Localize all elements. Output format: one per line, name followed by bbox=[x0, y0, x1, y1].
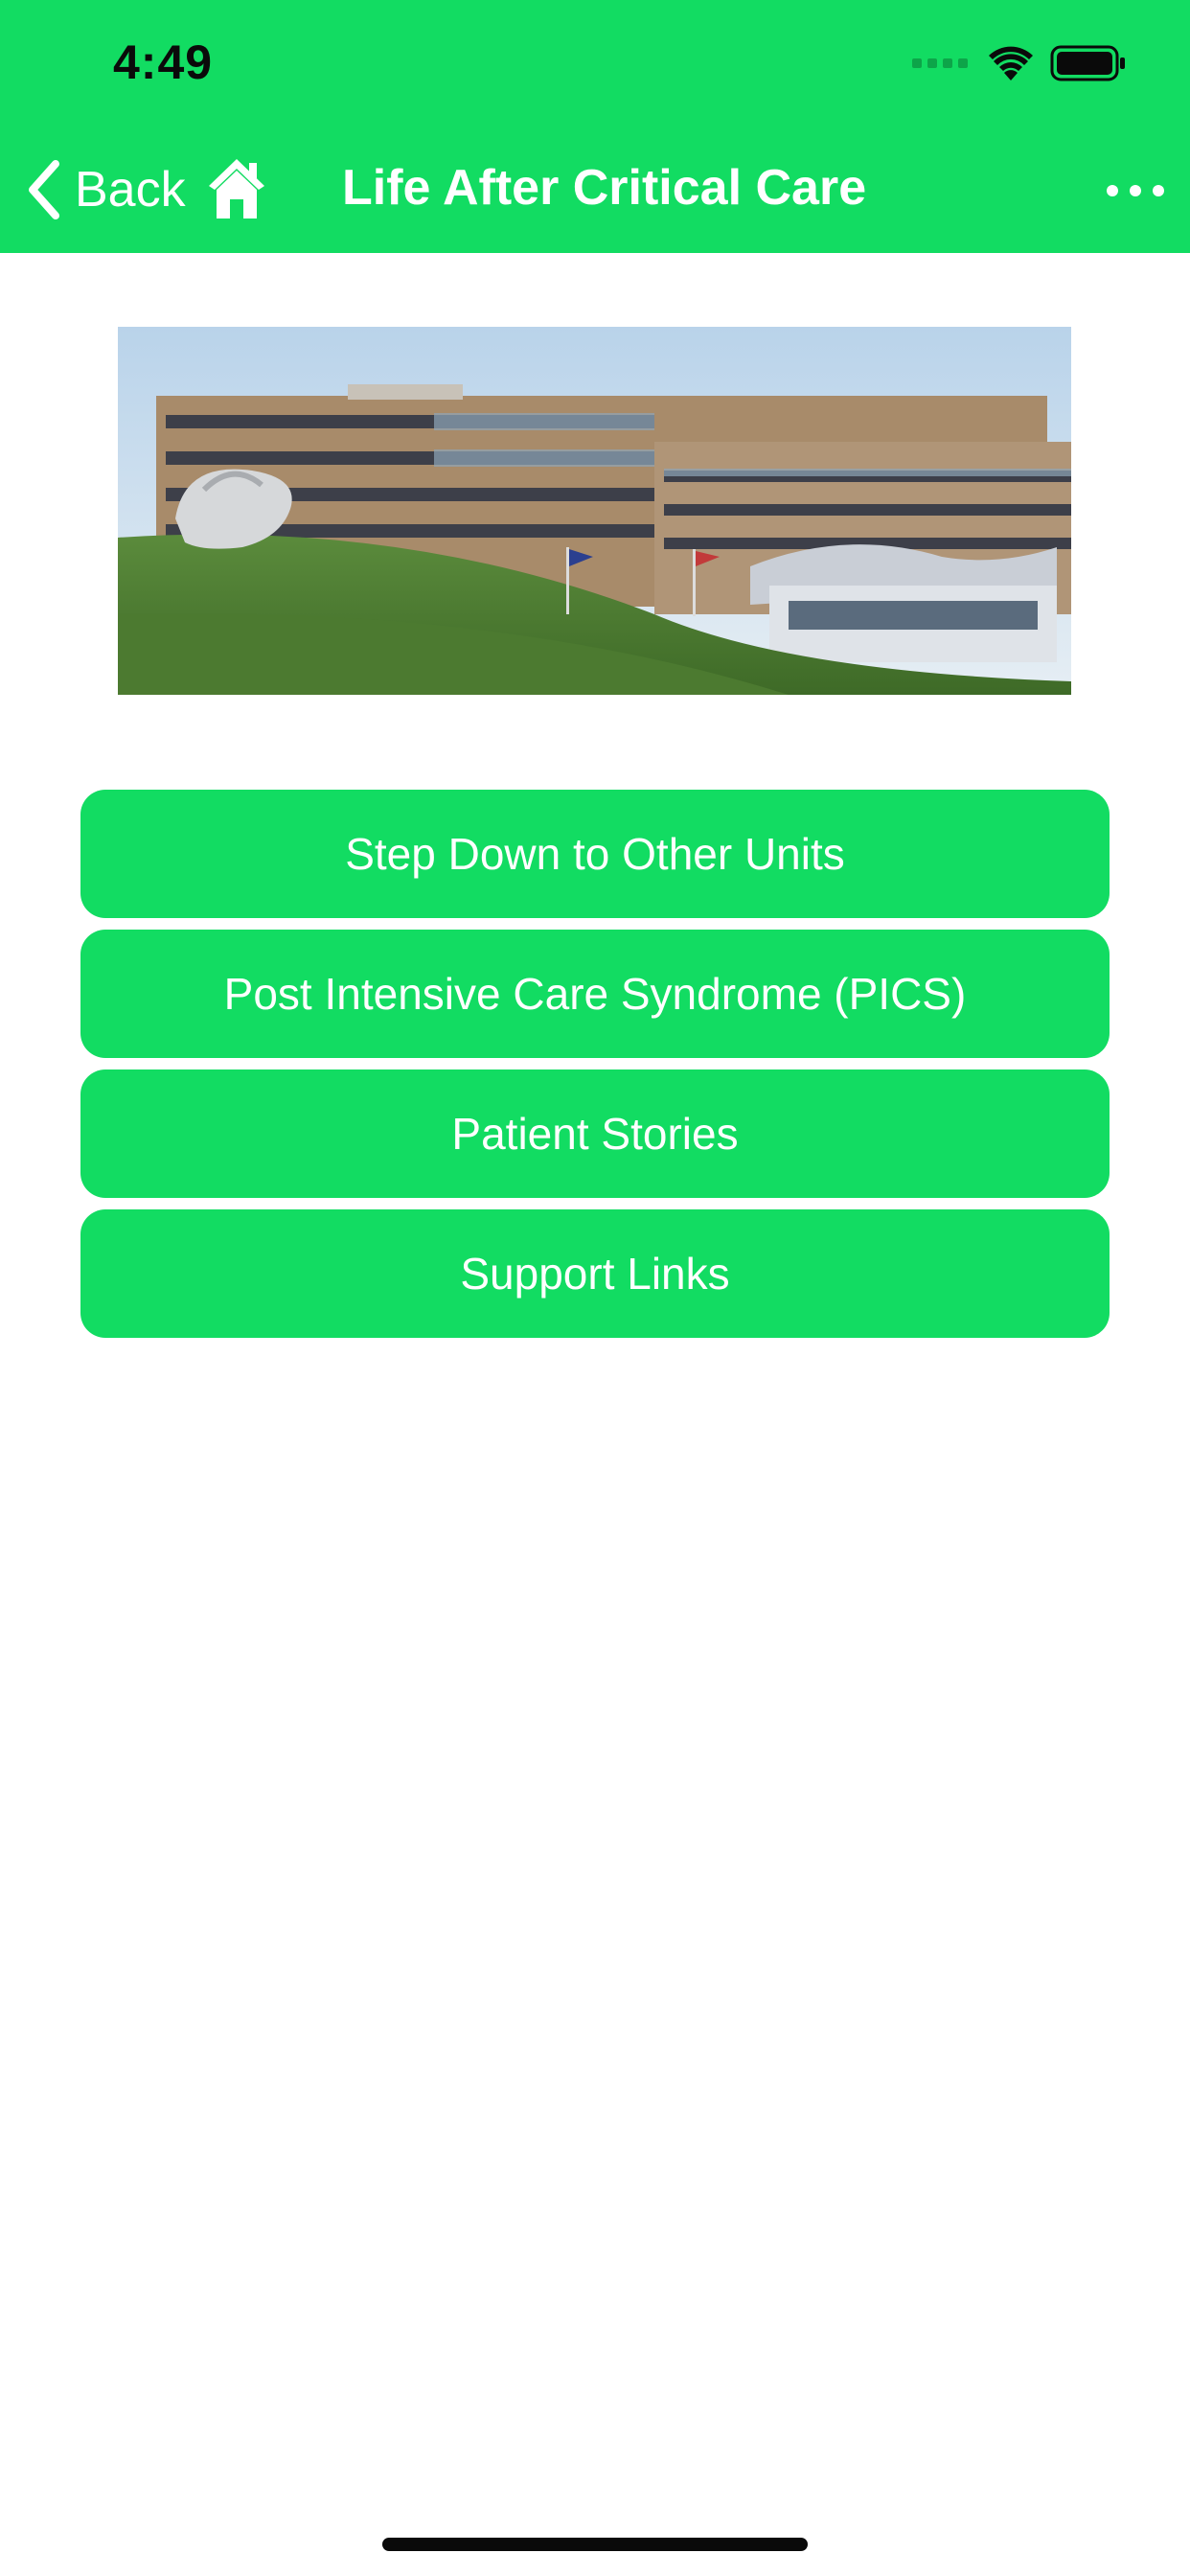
menu-list: Step Down to Other Units Post Intensive … bbox=[80, 790, 1110, 1349]
chevron-left-icon bbox=[29, 160, 59, 219]
back-label: Back bbox=[75, 162, 186, 218]
hospital-building-photo bbox=[118, 327, 1071, 695]
status-icons bbox=[912, 42, 1127, 84]
support-links-button[interactable]: Support Links bbox=[80, 1209, 1110, 1338]
support-links-label: Support Links bbox=[460, 1249, 730, 1299]
step-down-label: Step Down to Other Units bbox=[345, 829, 845, 879]
patient-stories-button[interactable]: Patient Stories bbox=[80, 1070, 1110, 1198]
battery-icon bbox=[1050, 45, 1125, 81]
wifi-icon bbox=[989, 46, 1033, 80]
navigation-bar: Back Life After Critical Care bbox=[0, 144, 1190, 236]
home-icon[interactable] bbox=[207, 157, 266, 220]
step-down-button[interactable]: Step Down to Other Units bbox=[80, 790, 1110, 918]
home-indicator[interactable] bbox=[382, 2538, 808, 2551]
status-time: 4:49 bbox=[113, 35, 214, 89]
pics-button[interactable]: Post Intensive Care Syndrome (PICS) bbox=[80, 930, 1110, 1058]
top-bar: 4:49 Back Life After Critical Care bbox=[0, 0, 1190, 253]
signal-icon bbox=[912, 58, 968, 68]
patient-stories-label: Patient Stories bbox=[451, 1109, 739, 1159]
back-button[interactable]: Back bbox=[25, 155, 186, 224]
page-title: Life After Critical Care bbox=[342, 160, 867, 216]
pics-label: Post Intensive Care Syndrome (PICS) bbox=[223, 969, 967, 1019]
more-icon[interactable] bbox=[1104, 167, 1167, 215]
